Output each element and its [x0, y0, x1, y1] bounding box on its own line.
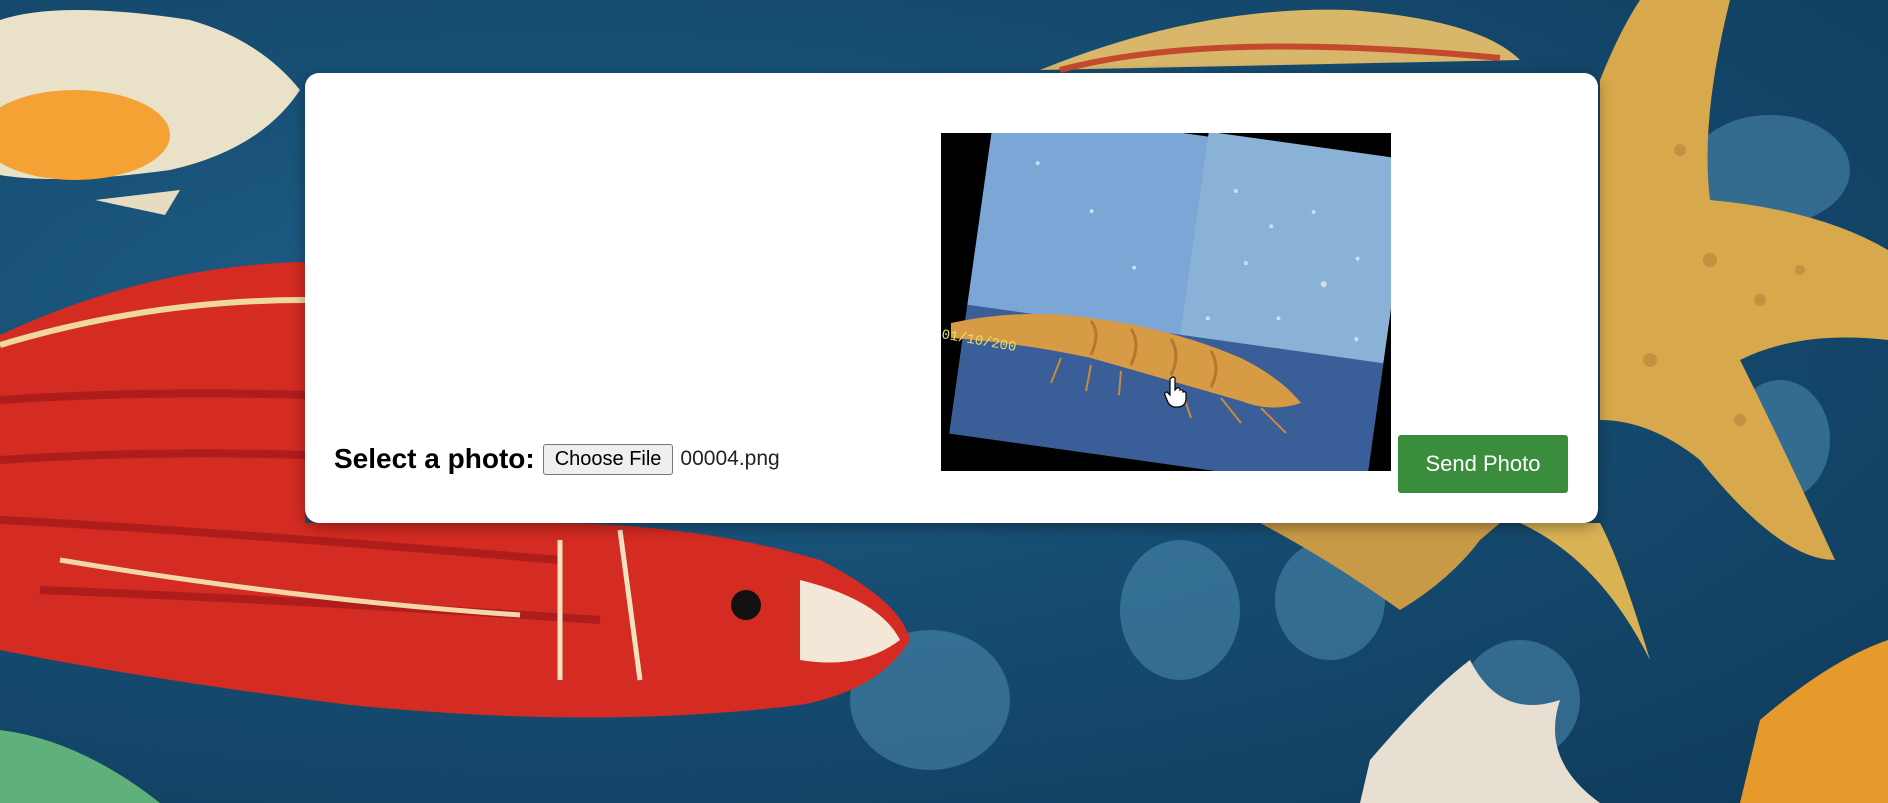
- upload-row: Select a photo: Choose File 00004.png: [334, 443, 780, 475]
- select-photo-label: Select a photo:: [334, 443, 535, 474]
- shrimp-photo-image: 01/10/200: [941, 133, 1391, 471]
- selected-file-name: 00004.png: [680, 447, 780, 470]
- hand-cursor-icon: [1164, 376, 1187, 408]
- photo-preview: 01/10/200: [941, 133, 1391, 471]
- choose-file-button[interactable]: Choose File: [542, 443, 674, 475]
- send-photo-button[interactable]: Send Photo: [1398, 435, 1568, 493]
- upload-card: 01/10/200 Select a photo: Choose File 00…: [305, 73, 1598, 523]
